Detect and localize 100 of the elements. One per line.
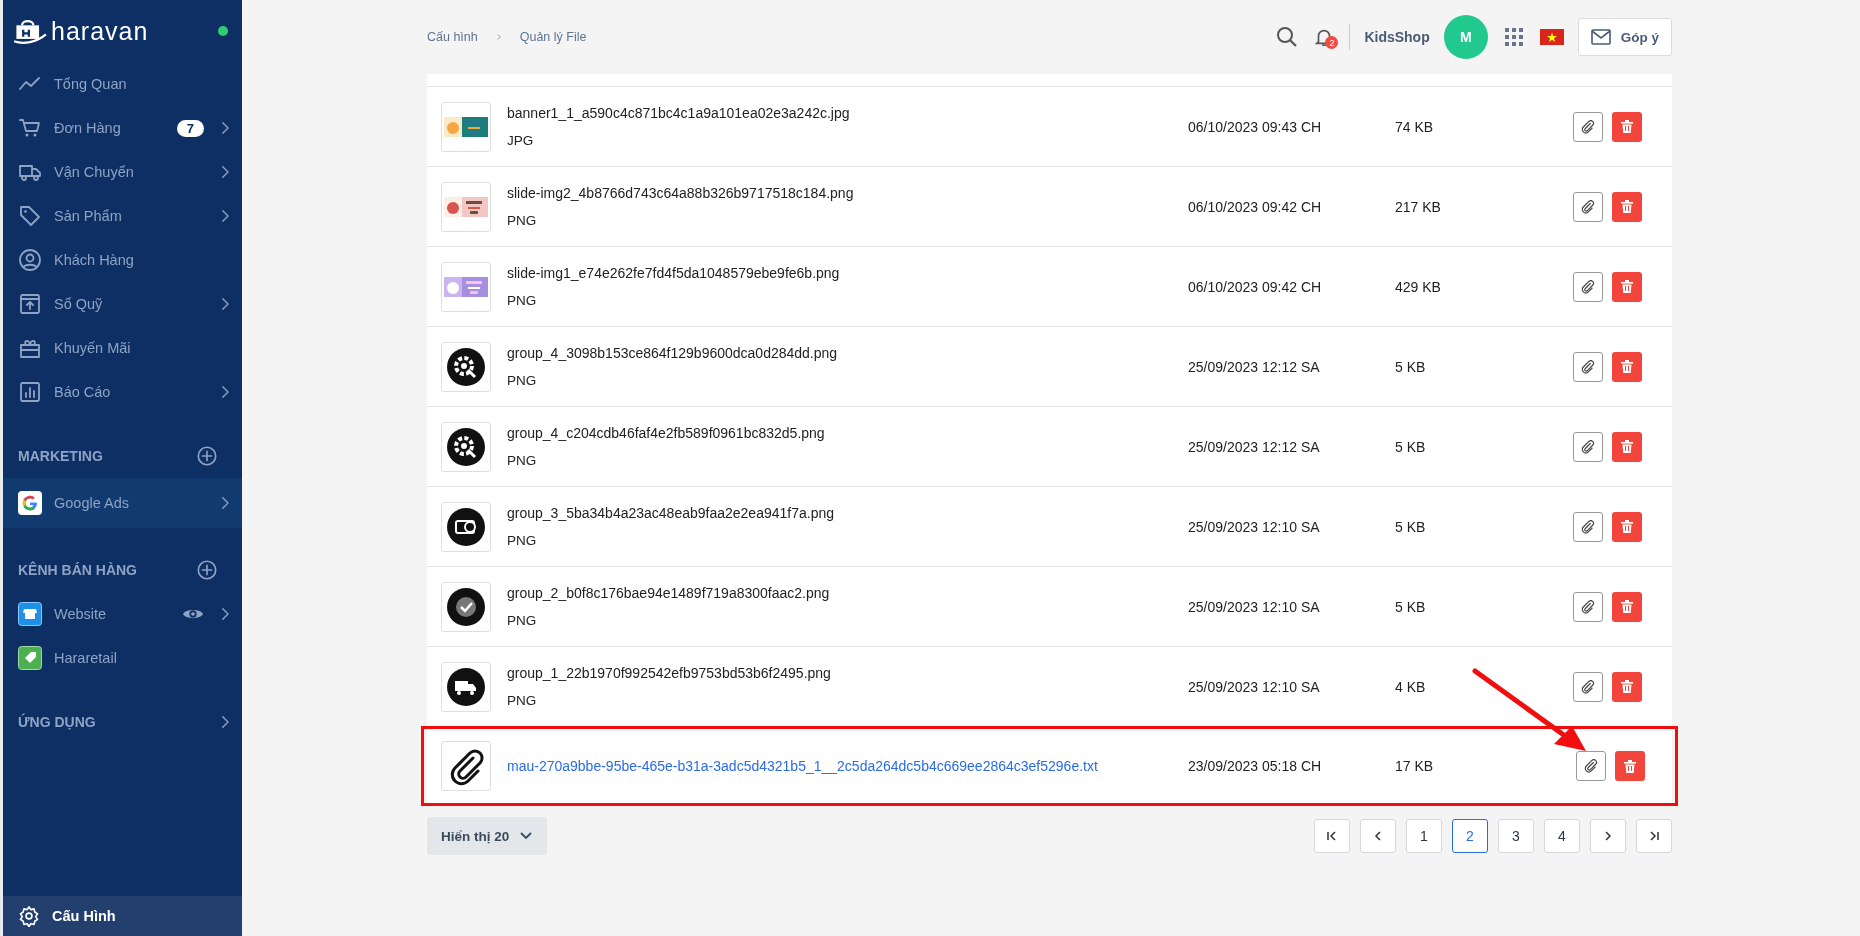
breadcrumb-link[interactable]: Quản lý File [519, 30, 587, 44]
page-button[interactable]: 3 [1498, 819, 1534, 853]
nav-link[interactable]: Website [54, 606, 170, 622]
delete-button[interactable] [1612, 431, 1642, 462]
file-size: 5 KB [1395, 518, 1427, 535]
upload-date: 25/09/2023 12:10 SA [1188, 518, 1321, 535]
copy-link-button[interactable] [1573, 271, 1603, 302]
section-title: MARKETING [18, 448, 104, 464]
file-size: 217 KB [1395, 198, 1442, 215]
nav-link[interactable]: Báo Cáo [54, 384, 204, 400]
settings-nav-item[interactable]: Cấu Hình [3, 896, 242, 936]
shop-name[interactable]: KidsShop [1364, 29, 1430, 45]
upload-date: 23/09/2023 05:18 CH [1188, 758, 1323, 774]
file-size: 429 KB [1395, 278, 1442, 295]
nav-link[interactable]: Sổ Quỹ [54, 296, 204, 312]
google-icon [18, 491, 42, 515]
delete-button[interactable] [1612, 671, 1642, 702]
storefront-icon [18, 602, 42, 626]
delete-button[interactable] [1612, 111, 1642, 142]
copy-link-button[interactable] [1573, 351, 1603, 382]
trash-icon [1621, 200, 1633, 213]
file-size: 17 KB [1395, 758, 1435, 774]
brand-name: haravan [51, 16, 149, 46]
page-button[interactable]: 2 [1452, 819, 1488, 853]
nav-link[interactable]: Sản Phẩm [54, 208, 204, 224]
delete-button[interactable] [1612, 271, 1642, 302]
upload-date: 06/10/2023 09:43 CH [1188, 118, 1323, 135]
file-type: PNG [507, 453, 538, 468]
trash-icon [1621, 680, 1633, 693]
file-name: group_3_5ba34b4a23ac48eab9faa2e2ea941f7a.png [507, 505, 835, 521]
chevron-icon [1648, 830, 1660, 842]
nav-link[interactable]: Khách Hàng [54, 252, 204, 268]
file-size: 4 KB [1395, 678, 1427, 695]
file-name: slide-img2_4b8766d743c64a88b326b9717518c184.png [507, 185, 855, 201]
file-type: PNG [507, 293, 538, 308]
copy-link-button[interactable] [1573, 511, 1603, 542]
delete-button[interactable] [1615, 751, 1645, 781]
upload-date: 25/09/2023 12:12 SA [1188, 358, 1321, 375]
chevron-icon [1602, 830, 1614, 842]
page-button[interactable]: 1 [1406, 819, 1442, 853]
count-badge: 7 [176, 119, 204, 137]
delete-button[interactable] [1612, 591, 1642, 622]
nav-link[interactable]: Hararetail [54, 650, 204, 666]
delete-button[interactable] [1612, 511, 1642, 542]
file-type: PNG [507, 533, 538, 548]
file-size: 5 KB [1395, 438, 1427, 455]
chevron-icon [1326, 830, 1338, 842]
copy-link-button[interactable] [1576, 751, 1606, 781]
chevron-icon [1372, 830, 1384, 842]
caret-icon [519, 831, 534, 841]
trash-icon [1621, 280, 1633, 293]
copy-link-button[interactable] [1573, 431, 1603, 462]
link-icon [1581, 679, 1595, 694]
file-type: PNG [507, 613, 538, 628]
link-icon [1581, 359, 1595, 374]
cash-box-icon [18, 292, 42, 316]
section-title: ỨNG DỤNG [18, 714, 97, 730]
delete-button[interactable] [1612, 191, 1642, 222]
copy-link-button[interactable] [1573, 591, 1603, 622]
trash-icon [1621, 360, 1633, 373]
link-icon [1581, 599, 1595, 614]
feedback-button[interactable]: Góp ý [1577, 18, 1672, 56]
copy-link-button[interactable] [1573, 671, 1603, 702]
copy-link-button[interactable] [1573, 111, 1603, 142]
add-icon[interactable] [196, 559, 218, 581]
price-tag-icon [18, 646, 42, 670]
nav-link[interactable]: Đơn Hàng [54, 120, 165, 136]
section-title: KÊNH BÁN HÀNG [18, 562, 138, 578]
link-icon [1581, 279, 1595, 294]
file-name: slide-img1_e74e262fe7fd4f5da1048579ebe9fe6b.png [507, 265, 841, 281]
last-page-button[interactable] [1636, 819, 1672, 853]
nav-link[interactable]: Tổng Quan [54, 76, 204, 92]
nav-link[interactable]: Khuyến Mãi [54, 340, 204, 356]
file-name: group_4_c204cdb46faf4e2fb589f0961bc832d5.png [507, 425, 826, 441]
upload-date: 25/09/2023 12:12 SA [1188, 438, 1321, 455]
trash-icon [1621, 440, 1633, 453]
upload-date: 25/09/2023 12:10 SA [1188, 678, 1321, 695]
file-size: 74 KB [1395, 118, 1435, 135]
user-icon [18, 248, 42, 272]
trash-icon [1624, 759, 1636, 773]
file-name: banner1_1_a590c4c871bc4c1a9a101ea02e3a242c.jpg [507, 105, 851, 121]
link-icon [1584, 759, 1598, 773]
nav-link[interactable]: Vận Chuyển [54, 164, 204, 180]
tag-icon [18, 204, 42, 228]
copy-link-button[interactable] [1573, 191, 1603, 222]
delete-button[interactable] [1612, 351, 1642, 382]
file-type: PNG [507, 693, 538, 708]
page-size-dropdown[interactable]: Hiển thị 20 [427, 817, 548, 855]
add-icon[interactable] [196, 445, 218, 467]
page-button[interactable]: 4 [1544, 819, 1580, 853]
breadcrumb-link[interactable]: Cấu hình [427, 30, 478, 44]
settings-icon [18, 905, 40, 927]
mail-icon [1590, 29, 1611, 45]
file-link[interactable]: mau-270a9bbe-95be-465e-b31a-3adc5d4321b5_1__2c5da264dc5b4c669ee2864c3ef5296e.txt [507, 758, 1188, 774]
upload-date: 25/09/2023 12:10 SA [1188, 598, 1321, 615]
file-size: 5 KB [1395, 598, 1427, 615]
upload-date: 06/10/2023 09:42 CH [1188, 198, 1323, 215]
first-page-button[interactable] [1314, 819, 1350, 853]
link-icon [1581, 519, 1595, 534]
upload-date: 06/10/2023 09:42 CH [1188, 278, 1323, 295]
